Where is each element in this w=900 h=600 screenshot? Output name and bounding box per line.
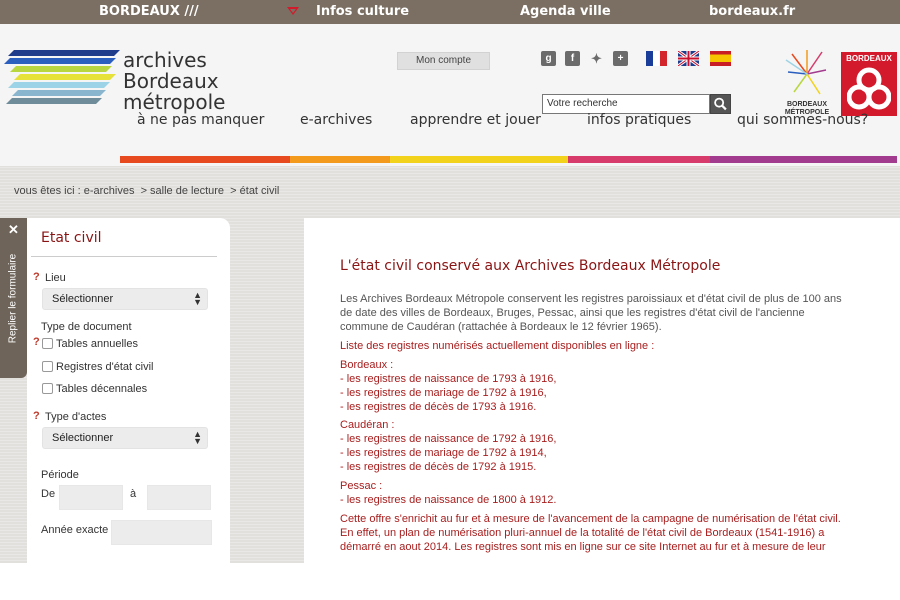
nav-bar-yellow: [390, 156, 568, 163]
archives-logo-icon[interactable]: [2, 50, 120, 110]
breadcrumb-e-archives[interactable]: e-archives: [84, 185, 135, 197]
breadcrumb-etat-civil[interactable]: état civil: [240, 185, 280, 197]
spanish-flag-icon[interactable]: [710, 51, 731, 66]
bordeaux-crest-icon: [847, 67, 891, 110]
logo-line-3: métropole: [123, 90, 226, 114]
account-button[interactable]: Mon compte: [397, 52, 490, 70]
topbar-culture-link[interactable]: Infos culture: [316, 4, 409, 19]
period-to-label: à: [130, 488, 137, 500]
checkbox-label-tables-decennales: Tables décennales: [56, 383, 148, 395]
period-from-label: De: [41, 488, 56, 500]
breadcrumb-prefix: vous êtes ici :: [14, 185, 84, 197]
closing-line: En effet, un plan de numérisation pluri-…: [340, 527, 825, 539]
collapse-form-label[interactable]: Replier le formulaire: [8, 249, 19, 349]
exact-year-label: Année exacte: [41, 524, 109, 536]
list-heading: Liste des registres numérisés actuelleme…: [340, 340, 655, 352]
bordeaux-logo-label: BORDEAUX: [846, 54, 892, 63]
cauderan-registers: Caudéran : - les registres de naissance …: [340, 418, 870, 474]
twitter-icon[interactable]: ✦: [589, 51, 604, 66]
exact-year-input[interactable]: [111, 520, 212, 545]
city-name: Caudéran :: [340, 419, 395, 431]
city-name: Pessac :: [340, 480, 383, 492]
acte-type-label: Type d'actes: [45, 411, 107, 423]
help-icon[interactable]: ?: [33, 336, 40, 348]
help-icon[interactable]: ?: [33, 410, 40, 422]
nav-item-qui-sommes-nous[interactable]: qui sommes-nous?: [737, 112, 868, 128]
acte-select-value: Sélectionner: [52, 432, 114, 444]
site-logo-text[interactable]: archives Bordeaux métropole: [123, 50, 225, 113]
select-arrows-icon: ▲ ▼: [193, 290, 202, 307]
close-icon[interactable]: ✕: [8, 222, 19, 238]
closing-paragraph: Cette offre s'enrichit au fur et à mesur…: [340, 512, 870, 554]
topbar-agenda-link[interactable]: Agenda ville: [520, 4, 611, 19]
nav-item-e-archives[interactable]: e-archives: [300, 112, 372, 128]
logo-line-2: Bordeaux: [123, 69, 219, 93]
nav-bar-purple: [710, 156, 897, 163]
closing-line: démarré en aout 2014. Les registres sont…: [340, 541, 826, 553]
lieu-select-value: Sélectionner: [52, 293, 114, 305]
nav-item-a-ne-pas-manquer[interactable]: à ne pas manquer: [137, 112, 264, 128]
share-plus-icon[interactable]: +: [613, 51, 628, 66]
facebook-icon[interactable]: f: [565, 51, 580, 66]
form-divider: [31, 256, 217, 257]
nav-item-apprendre-et-jouer[interactable]: apprendre et jouer: [410, 112, 541, 128]
register-item: - les registres de décès de 1792 à 1915.: [340, 461, 537, 473]
period-from-input[interactable]: [59, 485, 123, 510]
breadcrumb-salle-de-lecture[interactable]: salle de lecture: [150, 185, 224, 197]
metro-label-1: BORDEAUX: [786, 101, 828, 108]
topbar-site-link[interactable]: bordeaux.fr: [709, 4, 795, 19]
site-header: archives Bordeaux métropole Mon compte g…: [0, 24, 900, 166]
search-icon[interactable]: [710, 94, 731, 114]
intro-line: commune de Caudéran (rattachée à Bordeau…: [340, 321, 662, 333]
intro-paragraph: Les Archives Bordeaux Métropole conserve…: [340, 292, 870, 334]
checkbox-label-registres: Registres d'état civil: [56, 361, 154, 373]
english-flag-icon[interactable]: [678, 51, 699, 66]
google-plus-icon[interactable]: g: [541, 51, 556, 66]
french-flag-icon[interactable]: [646, 51, 667, 66]
nav-bar-pink: [568, 156, 710, 163]
intro-line: Les Archives Bordeaux Métropole conserve…: [340, 293, 842, 305]
nav-bar-orange: [290, 156, 390, 163]
register-item: - les registres de naissance de 1800 à 1…: [340, 494, 557, 506]
help-icon[interactable]: ?: [33, 271, 40, 283]
top-bar: BORDEAUX /// Infos culture Agenda ville …: [0, 0, 900, 24]
logo-line-1: archives: [123, 48, 207, 72]
breadcrumb: vous êtes ici : e-archives > salle de le…: [14, 185, 280, 197]
intro-line: de date des villes de Bordeaux, Bruges, …: [340, 307, 805, 319]
register-item: - les registres de naissance de 1792 à 1…: [340, 433, 557, 445]
register-item: - les registres de mariage de 1792 à 191…: [340, 387, 547, 399]
search-input[interactable]: Votre recherche: [542, 94, 710, 114]
pessac-registers: Pessac : - les registres de naissance de…: [340, 479, 870, 507]
acte-type-select[interactable]: Sélectionner ▲ ▼: [42, 427, 208, 449]
culture-triangle-icon: [287, 7, 299, 15]
nav-item-infos-pratiques[interactable]: infos pratiques: [587, 112, 691, 128]
city-name: Bordeaux :: [340, 359, 394, 371]
period-to-input[interactable]: [147, 485, 211, 510]
nav-bar-orange-red: [120, 156, 290, 163]
checkbox-label-tables-annuelles: Tables annuelles: [56, 338, 138, 350]
page-bottom-area: [0, 563, 900, 600]
checkbox-tables-decennales[interactable]: [42, 383, 53, 394]
select-arrows-icon: ▲ ▼: [193, 429, 202, 446]
register-item: - les registres de décès de 1793 à 1916.: [340, 401, 537, 413]
checkbox-registres-etat-civil[interactable]: [42, 361, 53, 372]
topbar-brand-link[interactable]: BORDEAUX ///: [99, 4, 199, 19]
register-item: - les registres de mariage de 1792 à 191…: [340, 447, 547, 459]
bordeaux-registers: Bordeaux : - les registres de naissance …: [340, 358, 870, 414]
lieu-select[interactable]: Sélectionner ▲ ▼: [42, 288, 208, 310]
form-title: Etat civil: [41, 230, 102, 246]
closing-line: Cette offre s'enrichit au fur et à mesur…: [340, 513, 841, 525]
checkbox-tables-annuelles[interactable]: [42, 338, 53, 349]
register-item: - les registres de naissance de 1793 à 1…: [340, 373, 557, 385]
document-type-label: Type de document: [41, 321, 132, 333]
page-title: L'état civil conservé aux Archives Borde…: [340, 258, 721, 274]
period-label: Période: [41, 469, 79, 481]
lieu-label: Lieu: [45, 272, 66, 284]
